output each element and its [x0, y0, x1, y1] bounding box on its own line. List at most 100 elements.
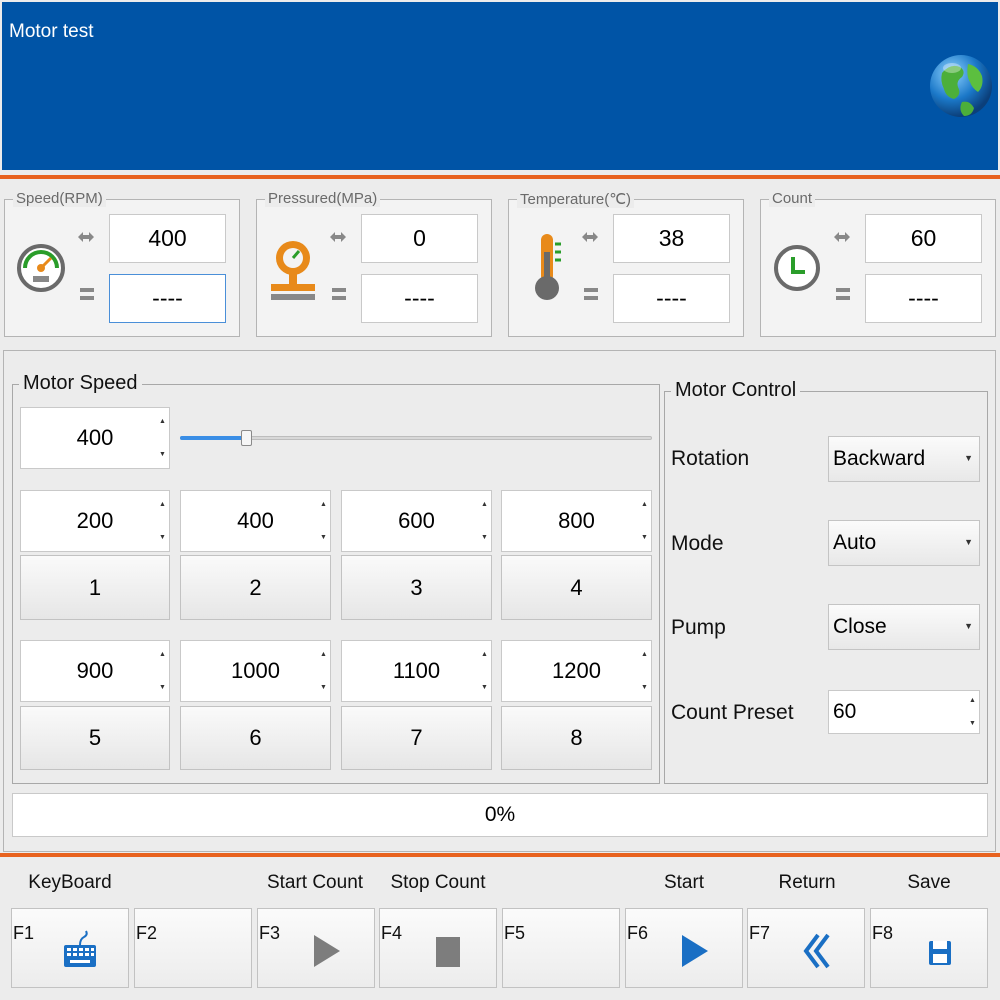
- spin-up-icon[interactable]: ▲: [641, 501, 648, 508]
- pressure-actual-value[interactable]: ----: [361, 274, 478, 323]
- spin-up-icon[interactable]: ▲: [159, 651, 166, 658]
- speed-set-value[interactable]: 400: [109, 214, 226, 263]
- progress-text: 0%: [484, 803, 516, 826]
- preset-value: 600: [398, 508, 435, 533]
- spin-down-icon[interactable]: ▼: [481, 684, 488, 691]
- preset-spinbox-4[interactable]: 800 ▲ ▼: [501, 490, 652, 552]
- spin-down-icon[interactable]: ▼: [969, 720, 976, 727]
- count-legend: Count: [769, 190, 816, 207]
- temperature-legend: Temperature(℃): [517, 190, 635, 208]
- preset-spinbox-3[interactable]: 600 ▲ ▼: [341, 490, 492, 552]
- f2-button[interactable]: F2: [134, 908, 252, 988]
- equals-icon: [584, 288, 598, 300]
- speed-panel: Speed(RPM) 400 ----: [4, 190, 240, 337]
- mode-value: Auto: [833, 531, 877, 554]
- preset-button-7[interactable]: 7: [341, 706, 492, 770]
- spin-up-icon[interactable]: ▲: [481, 651, 488, 658]
- count-actual-value[interactable]: ----: [865, 274, 982, 323]
- preset-button-8[interactable]: 8: [501, 706, 652, 770]
- mode-select[interactable]: Auto ▼: [828, 520, 980, 566]
- f8-save-button[interactable]: F8: [870, 908, 988, 988]
- preset-value: 1000: [231, 658, 280, 683]
- spin-up-icon[interactable]: ▲: [481, 501, 488, 508]
- spin-up-icon[interactable]: ▲: [320, 651, 327, 658]
- pressure-gauge-icon: [271, 241, 315, 300]
- f6-key-label: F6: [627, 923, 649, 943]
- preset-button-5[interactable]: 5: [20, 706, 170, 770]
- equals-icon: [836, 288, 850, 300]
- spin-down-icon[interactable]: ▼: [641, 684, 648, 691]
- motor-speed-spinbox[interactable]: 400 ▲ ▼: [20, 407, 170, 469]
- temperature-actual-value[interactable]: ----: [613, 274, 730, 323]
- title-bar: Motor test: [2, 2, 998, 170]
- speed-actual-value[interactable]: ----: [109, 274, 226, 323]
- spin-down-icon[interactable]: ▼: [159, 451, 166, 458]
- keyboard-icon: [64, 930, 96, 967]
- spin-down-icon[interactable]: ▼: [481, 534, 488, 541]
- dropdown-arrow-icon: ▼: [964, 453, 973, 463]
- stop-gray-icon: [436, 937, 460, 967]
- spin-down-icon[interactable]: ▼: [159, 534, 166, 541]
- preset-spinbox-6[interactable]: 1000 ▲ ▼: [180, 640, 331, 702]
- count-preset-value: 60: [833, 700, 857, 723]
- spin-down-icon[interactable]: ▼: [320, 684, 327, 691]
- preset-value: 1100: [392, 658, 441, 683]
- f3-start-count-button[interactable]: F3: [257, 908, 375, 988]
- f1-keyboard-button[interactable]: F1: [11, 908, 129, 988]
- preset-button-6[interactable]: 6: [180, 706, 331, 770]
- preset-value: 1200: [552, 658, 601, 683]
- motor-speed-slider-handle[interactable]: [241, 430, 252, 446]
- floppy-disk-icon: [929, 941, 951, 965]
- return-caption: Return: [778, 872, 836, 893]
- clock-icon: [774, 245, 820, 291]
- speedometer-icon: [17, 244, 65, 292]
- spin-up-icon[interactable]: ▲: [320, 501, 327, 508]
- spin-down-icon[interactable]: ▼: [159, 684, 166, 691]
- f4-stop-count-button[interactable]: F4: [379, 908, 497, 988]
- set-value-arrows-icon: [78, 232, 94, 242]
- preset-spinbox-1[interactable]: 200 ▲ ▼: [20, 490, 170, 552]
- preset-button-4[interactable]: 4: [501, 555, 652, 620]
- f6-start-button[interactable]: F6: [625, 908, 743, 988]
- preset-value: 200: [76, 508, 114, 533]
- set-value-arrows-icon: [582, 232, 598, 242]
- f4-key-label: F4: [381, 923, 403, 943]
- spin-up-icon[interactable]: ▲: [159, 418, 166, 425]
- pump-select[interactable]: Close ▼: [828, 604, 980, 650]
- pressure-set-value[interactable]: 0: [361, 214, 478, 263]
- f1-key-label: F1: [13, 923, 35, 943]
- preset-button-3[interactable]: 3: [341, 555, 492, 620]
- temperature-panel: Temperature(℃) 38 ----: [508, 190, 744, 337]
- preset-spinbox-8[interactable]: 1200 ▲ ▼: [501, 640, 652, 702]
- pump-label: Pump: [671, 616, 726, 639]
- f5-button[interactable]: F5: [502, 908, 620, 988]
- preset-spinbox-5[interactable]: 900 ▲ ▼: [20, 640, 170, 702]
- f7-return-button[interactable]: F7: [747, 908, 865, 988]
- spin-up-icon[interactable]: ▲: [159, 501, 166, 508]
- play-gray-icon: [314, 935, 340, 967]
- preset-button-1[interactable]: 1: [20, 555, 170, 620]
- count-preset-spinbox[interactable]: 60 ▲ ▼: [828, 690, 980, 734]
- dropdown-arrow-icon: ▼: [964, 621, 973, 631]
- spin-down-icon[interactable]: ▼: [641, 534, 648, 541]
- double-chevron-left-icon: [803, 933, 830, 969]
- rotation-value: Backward: [833, 447, 926, 470]
- progress-bar: 0%: [12, 793, 988, 837]
- spin-down-icon[interactable]: ▼: [320, 534, 327, 541]
- globe-icon: [930, 55, 992, 117]
- spin-up-icon[interactable]: ▲: [969, 697, 976, 704]
- preset-value: 800: [558, 508, 595, 533]
- temperature-set-value[interactable]: 38: [613, 214, 730, 263]
- start-caption: Start: [663, 872, 705, 893]
- preset-spinbox-7[interactable]: 1100 ▲ ▼: [341, 640, 492, 702]
- rotation-select[interactable]: Backward ▼: [828, 436, 980, 482]
- preset-button-2[interactable]: 2: [180, 555, 331, 620]
- preset-spinbox-2[interactable]: 400 ▲ ▼: [180, 490, 331, 552]
- footer-divider: [0, 853, 1000, 857]
- header-divider: [0, 175, 1000, 179]
- spin-up-icon[interactable]: ▲: [641, 651, 648, 658]
- pressure-panel: Pressured(MPa) 0 ----: [256, 190, 492, 337]
- set-value-arrows-icon: [834, 232, 850, 242]
- count-set-value[interactable]: 60: [865, 214, 982, 263]
- set-value-arrows-icon: [330, 232, 346, 242]
